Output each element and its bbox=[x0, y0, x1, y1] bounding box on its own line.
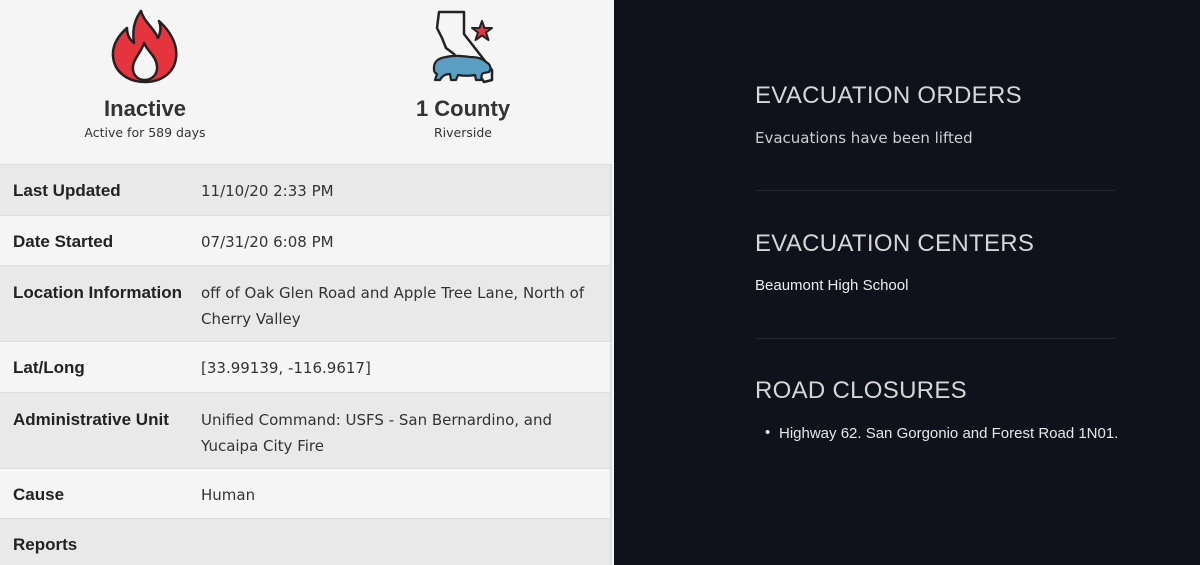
list-item: Highway 62. San Gorgonio and Forest Road… bbox=[765, 424, 1195, 442]
county-names: Riverside bbox=[434, 125, 492, 140]
table-row: Reports bbox=[0, 519, 612, 565]
status-label: Inactive bbox=[104, 96, 186, 121]
county-stat: 1 County Riverside bbox=[313, 0, 613, 140]
row-label: Reports bbox=[13, 535, 78, 554]
evacuation-centers-text: Beaumont High School bbox=[755, 277, 909, 294]
california-bear-icon bbox=[313, 0, 613, 84]
fire-icon bbox=[0, 0, 295, 84]
row-label: Last Updated bbox=[13, 181, 121, 200]
incident-stats: Inactive Active for 589 days 1 County Ri… bbox=[0, 0, 612, 163]
row-value: Human bbox=[201, 486, 256, 504]
row-label: Administrative Unit bbox=[13, 410, 169, 429]
evacuation-centers-section: EVACUATION CENTERS Beaumont High School bbox=[755, 230, 1120, 294]
row-label: Location Information bbox=[13, 283, 183, 302]
road-closures-section: ROAD CLOSURES Highway 62. San Gorgonio a… bbox=[755, 377, 1195, 442]
row-value: off of Oak Glen Road and Apple Tree Lane… bbox=[201, 284, 585, 328]
road-closures-list: Highway 62. San Gorgonio and Forest Road… bbox=[755, 424, 1195, 442]
evacuation-centers-heading: EVACUATION CENTERS bbox=[755, 230, 1035, 257]
row-value: [33.99139, -116.9617] bbox=[201, 359, 371, 377]
table-row: Cause Human bbox=[0, 469, 612, 519]
incident-details-panel: Inactive Active for 589 days 1 County Ri… bbox=[0, 0, 612, 565]
evacuation-orders-text: Evacuations have been lifted bbox=[755, 129, 973, 147]
table-row: Location Information off of Oak Glen Roa… bbox=[0, 266, 612, 342]
table-row: Date Started 07/31/20 6:08 PM bbox=[0, 216, 612, 266]
section-divider bbox=[755, 338, 1115, 339]
row-label: Cause bbox=[13, 485, 65, 504]
row-value bbox=[189, 519, 610, 565]
row-label: Lat/Long bbox=[13, 358, 85, 377]
status-stat: Inactive Active for 589 days bbox=[0, 0, 295, 140]
active-duration: Active for 589 days bbox=[84, 125, 206, 140]
table-row: Last Updated 11/10/20 2:33 PM bbox=[0, 165, 612, 216]
evacuation-orders-section: EVACUATION ORDERS Evacuations have been … bbox=[755, 82, 1120, 147]
table-row: Lat/Long [33.99139, -116.9617] bbox=[0, 342, 612, 393]
row-value: 07/31/20 6:08 PM bbox=[201, 233, 334, 251]
evacuation-orders-heading: EVACUATION ORDERS bbox=[755, 82, 1022, 109]
evacuation-panel: EVACUATION ORDERS Evacuations have been … bbox=[614, 0, 1200, 565]
table-row: Administrative Unit Unified Command: USF… bbox=[0, 393, 612, 469]
section-divider bbox=[755, 190, 1115, 191]
county-count: 1 County bbox=[415, 96, 511, 121]
details-table: Last Updated 11/10/20 2:33 PM Date Start… bbox=[0, 164, 612, 565]
row-value: Unified Command: USFS - San Bernardino, … bbox=[201, 411, 553, 455]
row-label: Date Started bbox=[13, 232, 114, 251]
row-value: 11/10/20 2:33 PM bbox=[201, 182, 334, 200]
road-closures-heading: ROAD CLOSURES bbox=[755, 377, 967, 404]
